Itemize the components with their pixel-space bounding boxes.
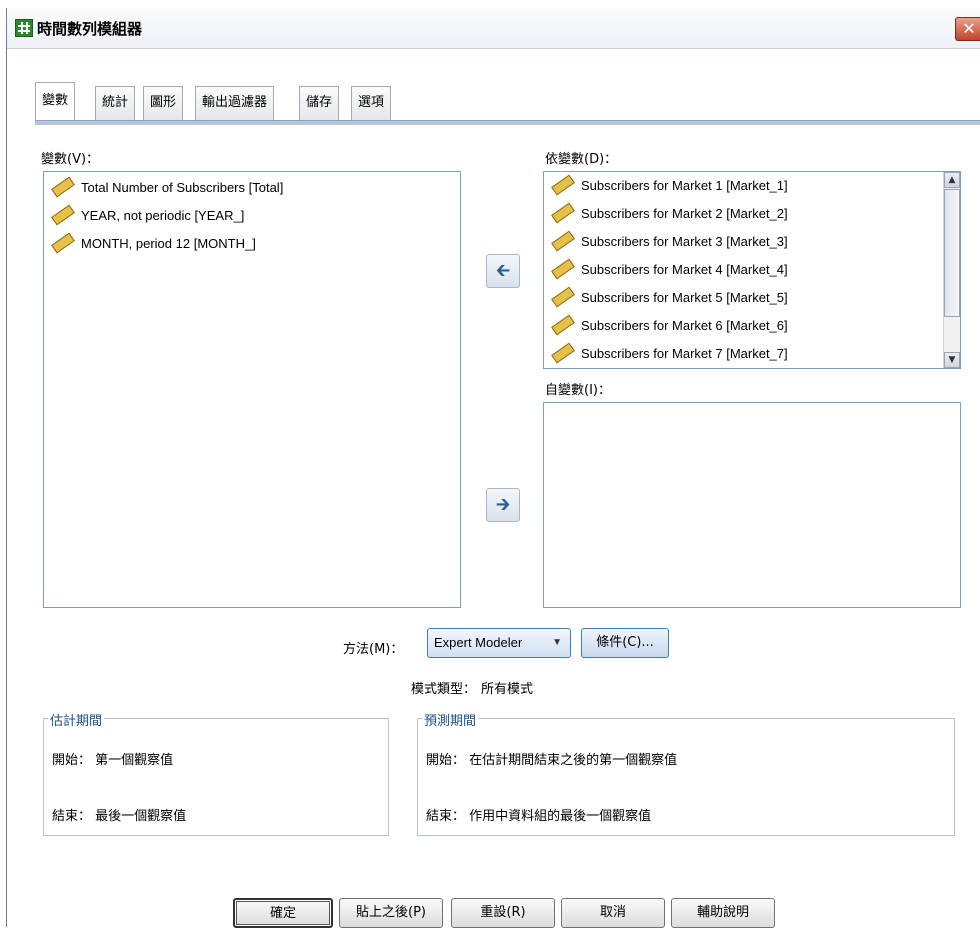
estimation-end-label: 結束： bbox=[52, 809, 92, 824]
estimation-start-label: 開始： bbox=[52, 753, 92, 768]
list-item[interactable]: Subscribers for Market 7 [Market_7] bbox=[544, 340, 960, 368]
scroll-up-icon[interactable]: ▲ bbox=[944, 172, 960, 188]
scale-ruler-icon bbox=[551, 286, 575, 308]
forecast-end-label: 結束： bbox=[426, 809, 466, 824]
scroll-down-icon[interactable]: ▼ bbox=[944, 352, 960, 368]
list-item[interactable]: Subscribers for Market 2 [Market_2] bbox=[544, 200, 960, 228]
dependent-scrollbar[interactable]: ▲ ▼ bbox=[943, 172, 960, 368]
tab-plots[interactable]: 圖形 bbox=[143, 86, 184, 120]
estimation-start-value: 第一個觀察值 bbox=[95, 753, 174, 768]
move-to-variables-button[interactable]: 🡰 bbox=[486, 254, 520, 288]
independent-listbox[interactable] bbox=[543, 402, 961, 608]
forecast-period-group: 預測期間 開始： 在估計期間結束之後的第一個觀察值 結束： 作用中資料組的最後一… bbox=[417, 710, 955, 836]
list-item-label: MONTH, period 12 [MONTH_] bbox=[81, 236, 256, 251]
model-type-value: 所有模式 bbox=[481, 682, 534, 697]
window-title: 時間數列模組器 bbox=[37, 20, 143, 38]
estimation-period-title: 估計期間 bbox=[48, 710, 105, 729]
list-item-label: Subscribers for Market 6 [Market_6] bbox=[581, 318, 788, 333]
estimation-period-group: 估計期間 開始： 第一個觀察值 結束： 最後一個觀察值 bbox=[43, 710, 389, 836]
model-type-label: 模式類型： bbox=[411, 682, 477, 697]
tab-output-filter[interactable]: 輸出過濾器 bbox=[195, 86, 275, 120]
scale-ruler-icon bbox=[551, 258, 575, 280]
scale-ruler-icon bbox=[551, 202, 575, 224]
scale-ruler-icon bbox=[551, 174, 575, 196]
ok-button[interactable]: 確定 bbox=[233, 898, 333, 928]
independent-label: 自變數(I)： bbox=[545, 383, 611, 398]
list-item[interactable]: Total Number of Subscribers [Total] bbox=[44, 174, 460, 202]
tab-statistics[interactable]: 統計 bbox=[95, 86, 136, 120]
estimation-start-row: 開始： 第一個觀察值 bbox=[52, 749, 173, 768]
variables-listbox[interactable]: Total Number of Subscribers [Total] YEAR… bbox=[43, 171, 461, 608]
forecast-start-row: 開始： 在估計期間結束之後的第一個觀察值 bbox=[426, 749, 677, 768]
paste-button[interactable]: 貼上之後(P) bbox=[339, 898, 443, 928]
arrow-left-icon: 🡰 bbox=[495, 260, 511, 281]
list-item[interactable]: Subscribers for Market 5 [Market_5] bbox=[544, 284, 960, 312]
list-item[interactable]: Subscribers for Market 3 [Market_3] bbox=[544, 228, 960, 256]
estimation-end-row: 結束： 最後一個觀察值 bbox=[52, 805, 186, 824]
list-item-label: YEAR, not periodic [YEAR_] bbox=[81, 208, 245, 223]
list-item-label: Subscribers for Market 4 [Market_4] bbox=[581, 262, 788, 277]
arrow-right-icon: 🡲 bbox=[495, 494, 511, 515]
list-item[interactable]: YEAR, not periodic [YEAR_] bbox=[44, 202, 460, 230]
list-item-label: Subscribers for Market 1 [Market_1] bbox=[581, 178, 788, 193]
variables-label: 變數(V)： bbox=[41, 152, 100, 167]
scroll-thumb[interactable] bbox=[944, 189, 960, 317]
scale-ruler-icon bbox=[551, 314, 575, 336]
help-button[interactable]: 輔助說明 bbox=[671, 898, 775, 928]
list-item-label: Subscribers for Market 2 [Market_2] bbox=[581, 206, 788, 221]
tab-strip: 變數 統計 圖形 輸出過濾器 儲存 選項 bbox=[35, 82, 980, 120]
criteria-button[interactable]: 條件(C)... bbox=[581, 628, 669, 658]
dependent-label: 依變數(D)： bbox=[545, 152, 618, 167]
method-select-value: Expert Modeler bbox=[434, 635, 523, 650]
method-label: 方法(M)： bbox=[343, 642, 404, 657]
cancel-button[interactable]: 取消 bbox=[561, 898, 665, 928]
spss-data-icon bbox=[15, 19, 33, 37]
scale-ruler-icon bbox=[51, 176, 75, 198]
title-bar[interactable]: 時間數列模組器 ✕ bbox=[7, 8, 980, 49]
method-select[interactable]: Expert Modeler ▼ bbox=[427, 628, 571, 658]
list-item[interactable]: Subscribers for Market 6 [Market_6] bbox=[544, 312, 960, 340]
forecast-end-value: 作用中資料組的最後一個觀察值 bbox=[469, 809, 652, 824]
list-item-label: Subscribers for Market 5 [Market_5] bbox=[581, 290, 788, 305]
close-button[interactable]: ✕ bbox=[955, 17, 980, 41]
tab-variables[interactable]: 變數 bbox=[35, 82, 76, 120]
list-item[interactable]: Subscribers for Market 4 [Market_4] bbox=[544, 256, 960, 284]
forecast-end-row: 結束： 作用中資料組的最後一個觀察值 bbox=[426, 805, 651, 824]
list-item-label: Total Number of Subscribers [Total] bbox=[81, 180, 284, 195]
dropdown-arrow-icon: ▼ bbox=[552, 637, 562, 648]
tab-options[interactable]: 選項 bbox=[351, 86, 392, 120]
scale-ruler-icon bbox=[551, 230, 575, 252]
move-to-independent-button[interactable]: 🡲 bbox=[486, 488, 520, 522]
scale-ruler-icon bbox=[551, 342, 575, 364]
list-item[interactable]: Subscribers for Market 1 [Market_1] bbox=[544, 172, 960, 200]
estimation-end-value: 最後一個觀察值 bbox=[95, 809, 187, 824]
list-item-label: Subscribers for Market 3 [Market_3] bbox=[581, 234, 788, 249]
forecast-start-label: 開始： bbox=[426, 753, 466, 768]
list-item[interactable]: MONTH, period 12 [MONTH_] bbox=[44, 230, 460, 258]
time-series-modeler-dialog: 時間數列模組器 ✕ 變數 統計 圖形 輸出過濾器 儲存 選項 變數(V)： To… bbox=[6, 8, 980, 928]
dependent-listbox[interactable]: Subscribers for Market 1 [Market_1] Subs… bbox=[543, 171, 961, 369]
scale-ruler-icon bbox=[51, 232, 75, 254]
forecast-period-title: 預測期間 bbox=[422, 710, 479, 729]
tab-save[interactable]: 儲存 bbox=[299, 86, 340, 120]
forecast-start-value: 在估計期間結束之後的第一個觀察值 bbox=[469, 753, 678, 768]
tab-panel-border bbox=[35, 120, 980, 125]
reset-button[interactable]: 重設(R) bbox=[451, 898, 555, 928]
list-item-label: Subscribers for Market 7 [Market_7] bbox=[581, 346, 788, 361]
scale-ruler-icon bbox=[51, 204, 75, 226]
